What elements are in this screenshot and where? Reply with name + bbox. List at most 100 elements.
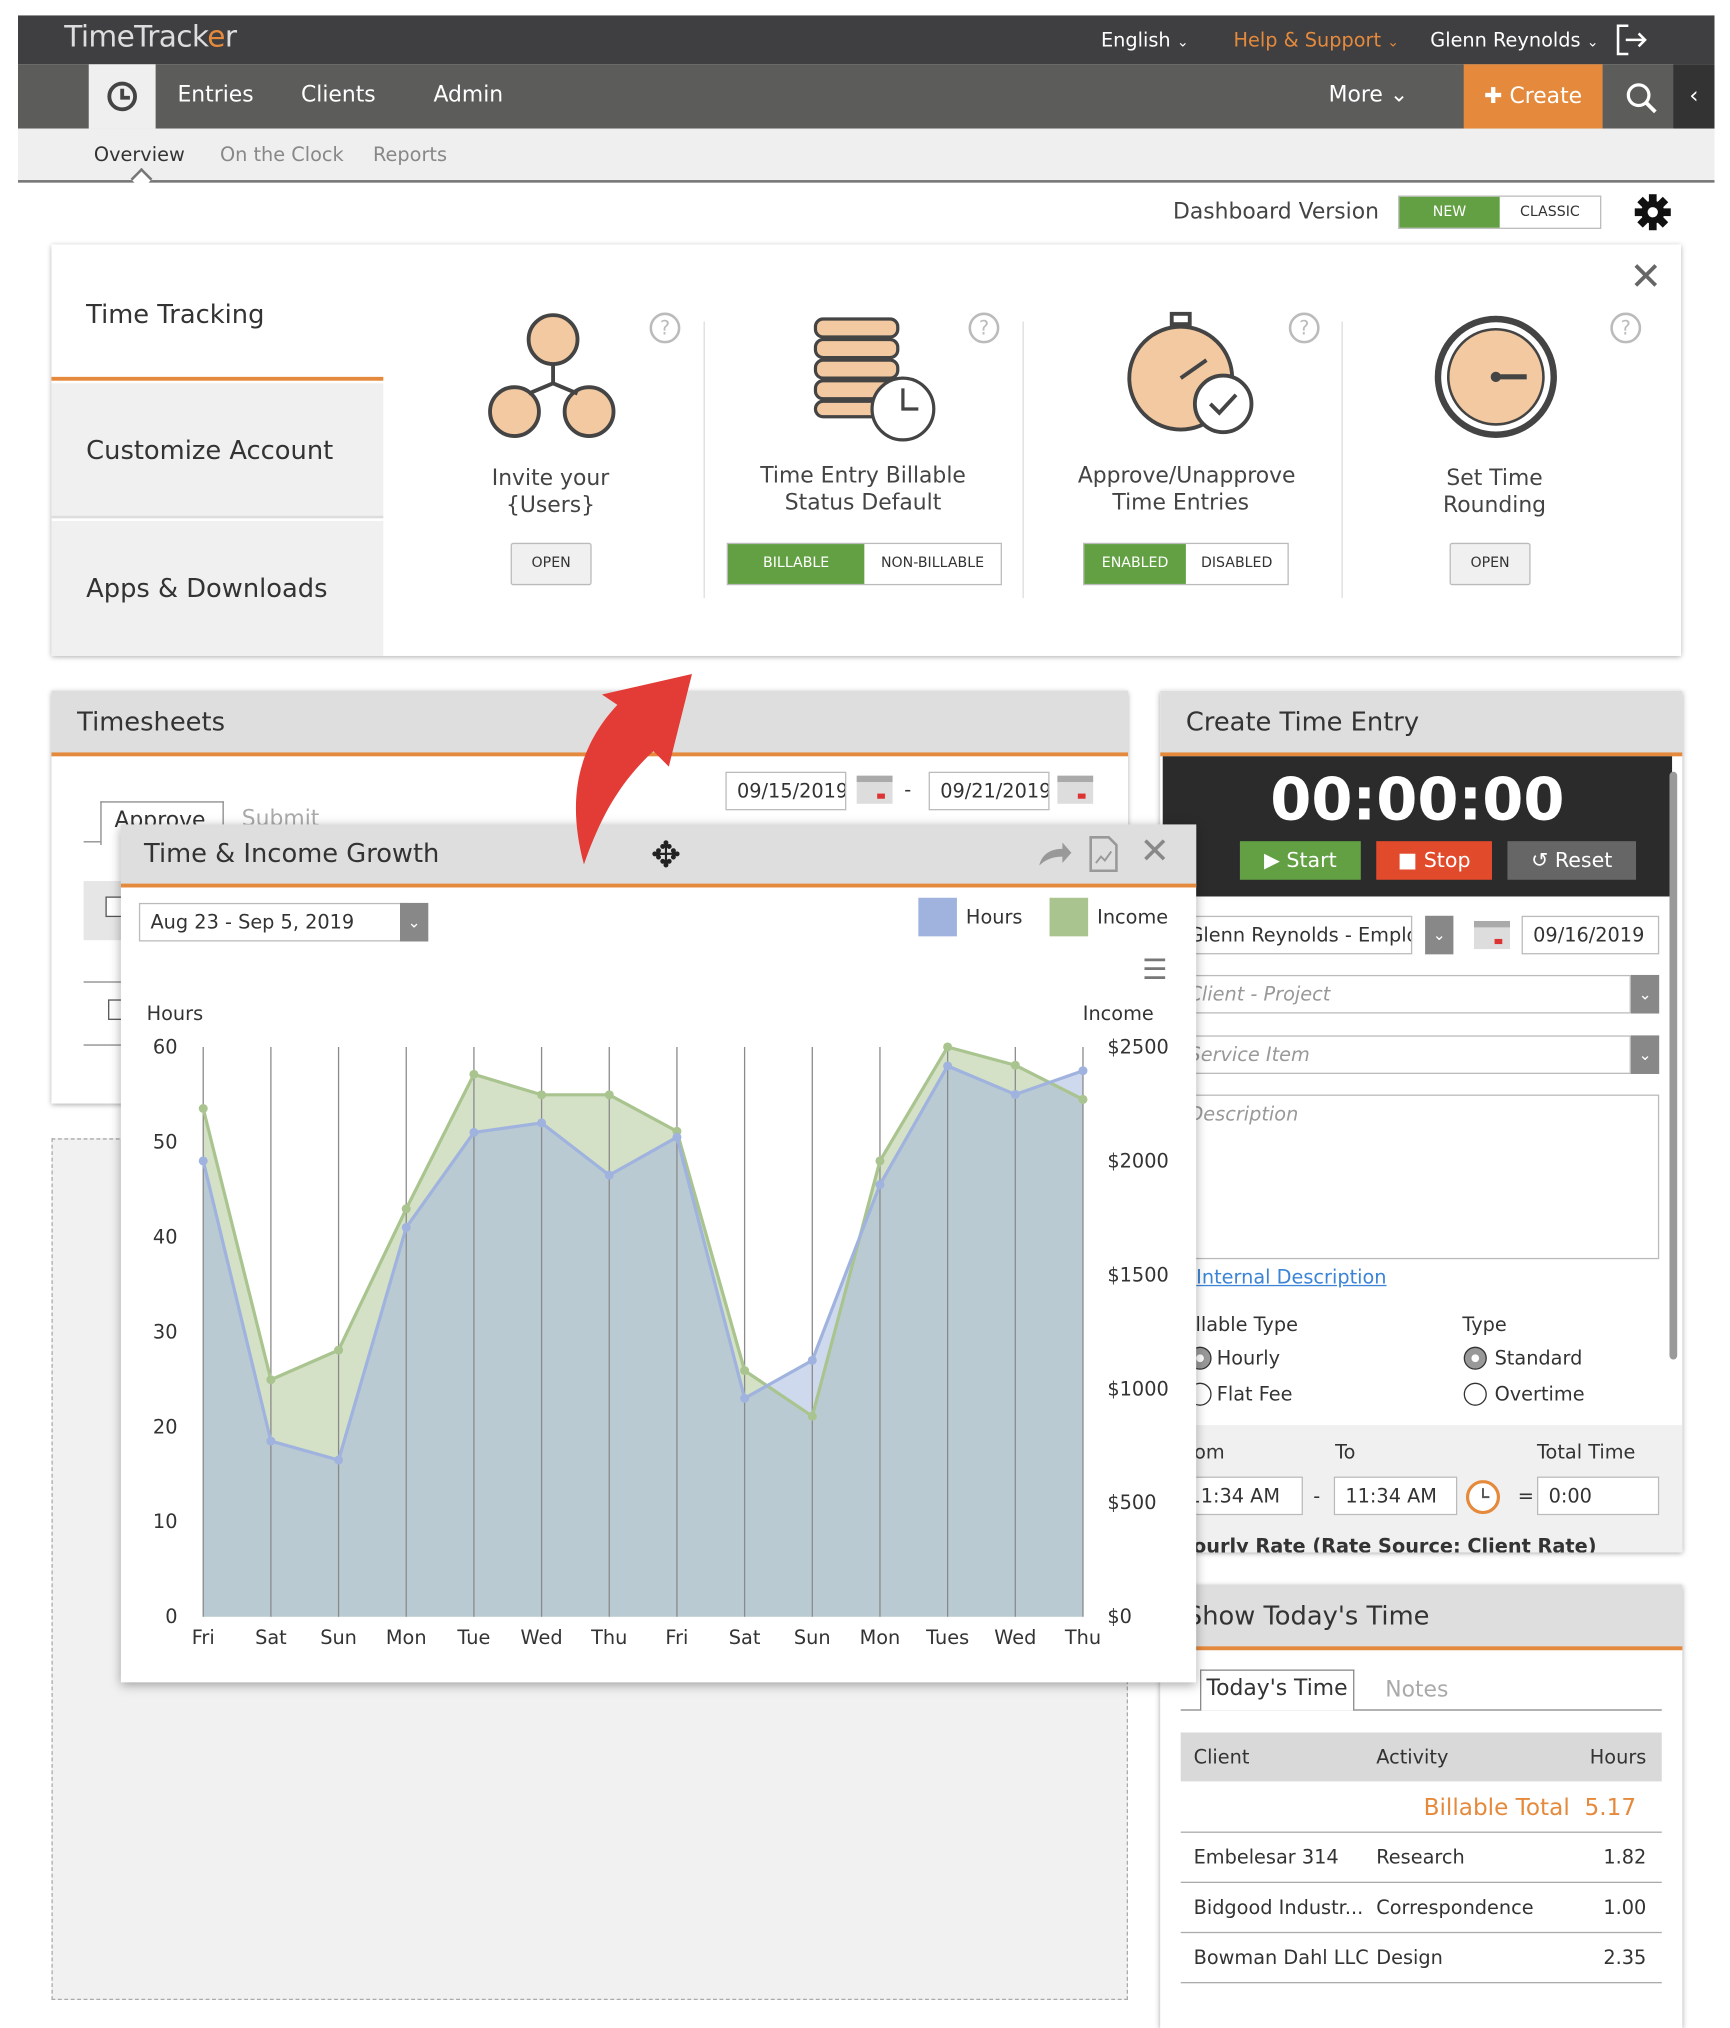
language-menu[interactable]: English ⌄ [1101,28,1189,51]
y-tick-label: 30 [153,1320,178,1343]
tab-customize-account[interactable]: Customize Account [51,383,384,519]
tab-todays-time[interactable]: Today's Time [1200,1669,1355,1711]
total-time-input[interactable]: 0:00 [1537,1476,1660,1516]
income-point [266,1375,276,1385]
calendar-icon[interactable] [856,775,893,804]
y-tick-label: 20 [153,1415,178,1438]
nav-entries[interactable]: Entries [177,82,253,108]
non-billable-option[interactable]: NON-BILLABLE [864,544,1000,584]
table-row[interactable]: Bidgood Industr... Correspondence 1.00 [1180,1883,1662,1934]
tab-apps-downloads[interactable]: Apps & Downloads [51,520,384,656]
invite-users-open-button[interactable]: OPEN [510,542,592,586]
y2-tick-label: $500 [1107,1491,1156,1514]
hours-point [401,1222,411,1232]
sub-nav: Overview On the Clock Reports [18,128,1715,190]
internal-description-link[interactable]: Internal Description [1196,1266,1386,1289]
stop-icon: ■ [1397,847,1418,873]
calendar-icon[interactable] [1473,920,1510,950]
feature-title: Approve/Unapprove Time Entries [1078,463,1296,517]
income-point [334,1345,344,1355]
red-arrow-annotation [575,673,692,865]
help-icon[interactable]: ? [1610,312,1642,344]
search-icon[interactable] [1623,80,1659,116]
close-icon[interactable]: ✕ [1630,255,1662,300]
setup-card: Time Tracking Customize Account Apps & D… [51,244,1682,656]
logout-icon[interactable] [1613,22,1649,58]
logo[interactable]: TimeTracker [64,21,237,54]
dashboard-version-label: Dashboard Version [1173,199,1380,226]
subnav-on-the-clock[interactable]: On the Clock [220,143,344,166]
enabled-option[interactable]: ENABLED [1084,544,1186,584]
type-label: Type [1462,1313,1507,1337]
employee-select[interactable]: Glenn Reynolds - Emplo... [1176,915,1413,955]
chevron-down-icon[interactable]: ⌄ [1630,1035,1660,1074]
help-icon[interactable]: ? [968,312,1000,344]
classic-option[interactable]: CLASSIC [1500,197,1600,228]
create-button[interactable]: ✚ Create [1463,64,1603,129]
to-time-input[interactable]: 11:34 AM [1333,1476,1458,1516]
overtime-radio[interactable] [1463,1382,1487,1406]
help-icon[interactable]: ? [649,312,681,344]
nav-clients[interactable]: Clients [301,82,376,108]
new-option[interactable]: NEW [1399,196,1500,228]
income-point [1010,1060,1020,1070]
tab-notes[interactable]: Notes [1385,1677,1448,1703]
feature-title-line: Rounding [1443,492,1547,519]
hours-point [537,1118,547,1128]
clock-icon [1434,315,1557,438]
row-activity: Design [1376,1946,1443,1970]
subnav-overview[interactable]: Overview [94,143,185,166]
nav-admin[interactable]: Admin [433,82,503,108]
chevron-down-icon: ⌄ [1389,82,1409,109]
reset-button[interactable]: ↺ Reset [1507,841,1637,880]
scrollbar[interactable] [1669,771,1678,1360]
chevron-down-icon: ⌄ [1176,33,1189,51]
service-item-select[interactable]: Service Item [1176,1035,1631,1074]
chevron-down-icon[interactable]: ⌄ [1630,974,1660,1014]
start-button[interactable]: ▶ Start [1239,841,1361,880]
billable-option[interactable]: BILLABLE [727,544,865,584]
row-client: Bowman Dahl LLC [1193,1946,1369,1970]
rounding-open-button[interactable]: OPEN [1449,542,1531,586]
table-row[interactable]: Bowman Dahl LLC Design 2.35 [1180,1933,1662,1984]
row-activity: Research [1376,1845,1465,1869]
user-menu[interactable]: Glenn Reynolds ⌄ [1430,28,1598,51]
hours-point [1010,1089,1020,1099]
disabled-option[interactable]: DISABLED [1186,544,1288,584]
entry-date-input[interactable]: 09/16/2019 [1521,915,1660,955]
plus-icon: ✚ [1484,83,1503,110]
feature-title: Time Entry Billable Status Default [760,463,966,517]
client-project-select[interactable]: Client - Project [1176,974,1631,1014]
collapse-toggle[interactable]: ‹ [1673,64,1715,129]
tab-label: Customize Account [86,434,334,466]
nav-more[interactable]: More ⌄ [1329,82,1409,108]
help-icon[interactable]: ? [1288,312,1320,344]
income-point [807,1411,817,1421]
calendar-icon[interactable] [1057,775,1094,804]
x-tick-label: Sat [255,1626,287,1649]
main-nav: Entries Clients Admin More ⌄ ✚ Create ‹ [18,64,1715,129]
chevron-down-icon[interactable]: ⌄ [1425,915,1454,955]
play-icon: ▶ [1264,847,1280,873]
stop-button[interactable]: ■ Stop [1376,841,1492,880]
home-tab[interactable] [88,64,156,129]
x-tick-label: Wed [521,1626,563,1649]
income-point [604,1090,614,1100]
clock-logo-icon [107,81,137,112]
table-row[interactable]: Embelesar 314 Research 1.82 [1180,1833,1662,1883]
subnav-reports[interactable]: Reports [373,143,447,166]
tab-time-tracking[interactable]: Time Tracking [51,244,384,381]
hours-point [334,1455,344,1465]
gear-icon[interactable] [1633,193,1672,232]
description-textarea[interactable]: Description [1176,1094,1660,1260]
reset-label: Reset [1554,847,1613,873]
divider [1022,321,1024,599]
tab-label: Time Tracking [86,298,265,330]
stopwatch-check-icon [1127,311,1254,435]
help-menu[interactable]: Help & Support ⌄ [1233,28,1399,51]
time-income-chart: Hours Income Fri Sat Sun Mon Tue Wed Thu Fri Sat Su… [147,1002,1169,1649]
col-activity: Activity [1376,1745,1449,1769]
standard-radio[interactable] [1463,1346,1487,1370]
clock-picker-icon[interactable] [1465,1479,1501,1515]
standard-label: Standard [1494,1346,1583,1370]
